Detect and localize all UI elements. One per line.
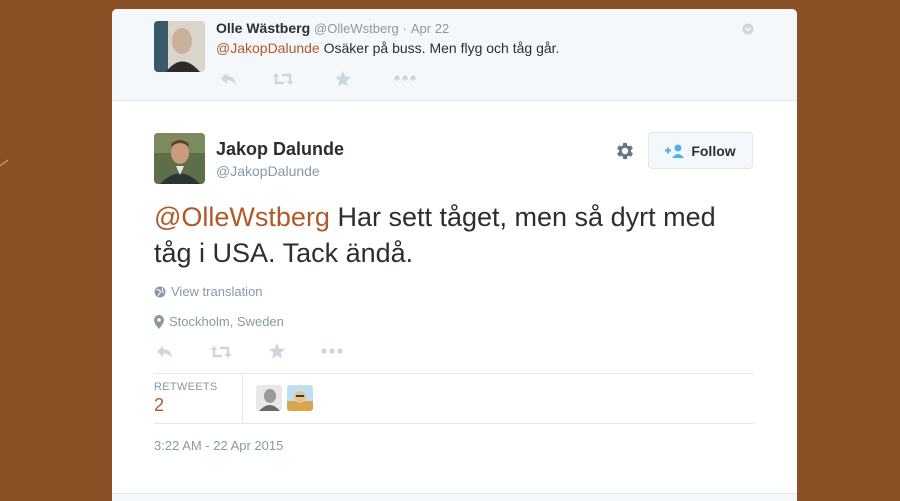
decorative-mark	[0, 159, 9, 167]
follow-person-icon	[665, 144, 685, 158]
gear-icon[interactable]	[614, 140, 636, 162]
retweet-icon[interactable]	[272, 71, 294, 87]
user-name[interactable]: Olle Wästberg	[216, 20, 310, 36]
more-icon[interactable]	[394, 75, 416, 81]
tweet-body: Osäker på buss. Men flyg och tåg går.	[319, 40, 560, 56]
tweet-timestamp[interactable]: 3:22 AM - 22 Apr 2015	[154, 438, 283, 453]
tweet-actions	[154, 342, 354, 362]
retweet-icon[interactable]	[210, 344, 232, 360]
avatar-image	[154, 133, 205, 184]
retweets-count[interactable]: 2	[154, 395, 164, 416]
user-handle[interactable]: @OlleWstberg	[314, 21, 399, 36]
caret-icon[interactable]	[742, 23, 754, 35]
mention-link[interactable]: @JakopDalunde	[216, 40, 320, 56]
retweeter-avatar[interactable]	[287, 385, 313, 411]
reply-icon[interactable]	[156, 344, 174, 360]
retweets-label: RETWEETS	[154, 381, 218, 393]
parent-tweet[interactable]: Olle Wästberg @OlleWstberg · Apr 22 @Jak…	[112, 9, 797, 101]
avatar[interactable]	[154, 133, 205, 184]
avatar-image	[287, 385, 313, 411]
retweeter-avatar[interactable]	[256, 385, 282, 411]
parent-tweet-header: Olle Wästberg @OlleWstberg · Apr 22	[216, 20, 449, 36]
tweet-time[interactable]: Apr 22	[411, 21, 449, 36]
tweet-text: @OlleWstberg Har sett tåget, men så dyrt…	[154, 199, 754, 271]
location-label: Stockholm, Sweden	[169, 314, 284, 329]
tweet-location[interactable]: Stockholm, Sweden	[154, 314, 284, 329]
tweet-stats: RETWEETS 2	[154, 373, 754, 423]
avatar[interactable]	[154, 21, 205, 72]
more-icon[interactable]	[321, 348, 343, 354]
tweet-permalink-card: Olle Wästberg @OlleWstberg · Apr 22 @Jak…	[112, 9, 797, 501]
parent-tweet-text: @JakopDalunde Osäker på buss. Men flyg o…	[216, 40, 559, 56]
follow-button[interactable]: Follow	[648, 132, 753, 169]
divider	[154, 423, 754, 424]
separator-dot: ·	[402, 21, 407, 36]
favorite-icon[interactable]	[268, 342, 286, 360]
view-translation-link[interactable]: View translation	[154, 284, 263, 299]
reply-icon[interactable]	[220, 71, 238, 87]
follow-label: Follow	[691, 142, 736, 159]
favorite-icon[interactable]	[334, 70, 352, 88]
avatar-image	[256, 385, 282, 411]
stats-separator	[242, 373, 243, 423]
view-translation-label: View translation	[171, 284, 263, 299]
location-pin-icon	[154, 314, 164, 329]
mention-link[interactable]: @OlleWstberg	[154, 202, 330, 232]
user-handle[interactable]: @JakopDalunde	[216, 163, 320, 179]
replies-section	[112, 493, 797, 501]
user-name[interactable]: Jakop Dalunde	[216, 139, 344, 160]
avatar-image	[154, 21, 205, 72]
globe-icon	[154, 286, 166, 297]
